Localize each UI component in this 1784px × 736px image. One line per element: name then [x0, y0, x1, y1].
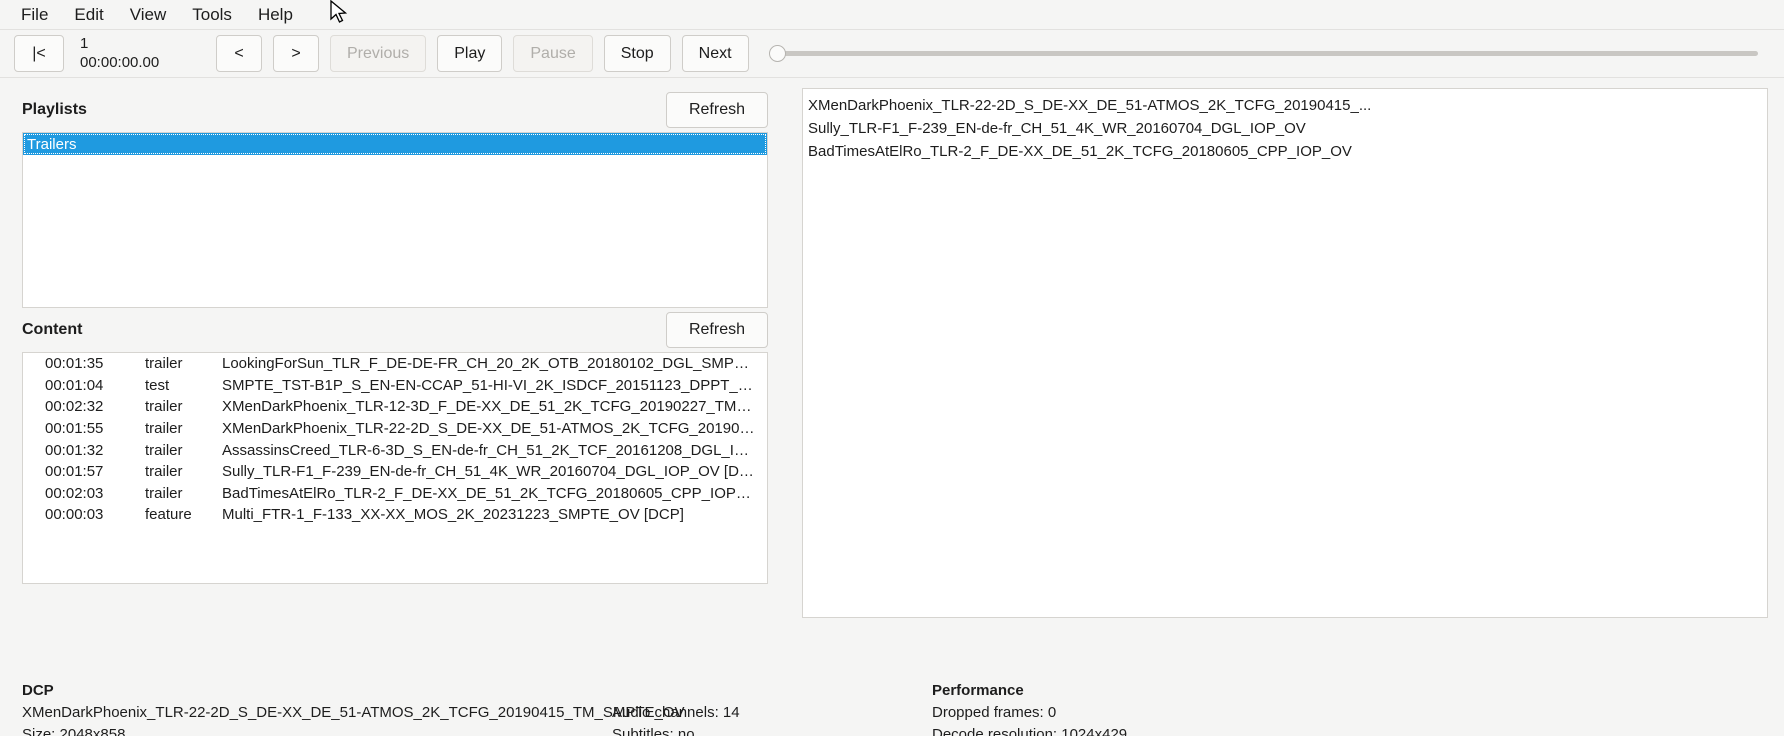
left-column: Playlists Refresh Trailers Content Refre… — [0, 78, 790, 670]
table-row[interactable]: 00:02:32 trailer XMenDarkPhoenix_TLR-12-… — [23, 396, 767, 418]
table-row[interactable]: 00:01:55 trailer XMenDarkPhoenix_TLR-22-… — [23, 418, 767, 440]
go-to-start-button[interactable]: |< — [14, 35, 64, 72]
decode-resolution: Decode resolution: 1024x429 — [932, 725, 1128, 736]
content-duration: 00:01:55 — [45, 420, 104, 438]
content-list[interactable]: 00:01:35 trailer LookingForSun_TLR_F_DE-… — [22, 352, 768, 584]
content-name: XMenDarkPhoenix_TLR-12-3D_F_DE-XX_DE_51_… — [222, 398, 767, 416]
playlists-refresh-button[interactable]: Refresh — [665, 92, 768, 128]
menu-item-file[interactable]: File — [8, 3, 61, 26]
playlist-content-name: XMenDarkPhoenix_TLR-22-2D_S_DE-XX_DE_51-… — [808, 97, 1372, 114]
list-item[interactable]: BadTimesAtElRo_TLR-2_F_DE-XX_DE_51_2K_TC… — [803, 140, 1767, 163]
content-name: Multi_FTR-1_F-133_XX-XX_MOS_2K_20231223_… — [222, 506, 684, 524]
content-kind: trailer — [145, 441, 183, 459]
table-row[interactable]: 00:01:32 trailer AssassinsCreed_TLR-6-3D… — [23, 439, 767, 461]
table-row[interactable]: 00:01:04 test SMPTE_TST-B1P_S_EN-EN-CCAP… — [23, 375, 767, 397]
subtitles-status: Subtitles: no — [612, 725, 695, 736]
content-name: AssassinsCreed_TLR-6-3D_S_EN-de-fr_CH_51… — [222, 441, 767, 459]
table-row[interactable]: 00:00:03 feature Multi_FTR-1_F-133_XX-XX… — [23, 504, 767, 526]
content-kind: test — [145, 376, 170, 394]
dcp-name: XMenDarkPhoenix_TLR-22-2D_S_DE-XX_DE_51-… — [22, 704, 685, 722]
playlist-content-name: Sully_TLR-F1_F-239_EN-de-fr_CH_51_4K_WR_… — [808, 120, 1306, 137]
content-duration: 00:01:57 — [45, 463, 104, 481]
content-kind: feature — [145, 506, 192, 524]
menu-bar: File Edit View Tools Help — [0, 0, 1784, 30]
playback-position-slider[interactable] — [768, 35, 1758, 72]
table-row[interactable]: 00:01:57 trailer Sully_TLR-F1_F-239_EN-d… — [23, 461, 767, 483]
list-item[interactable]: XMenDarkPhoenix_TLR-22-2D_S_DE-XX_DE_51-… — [803, 94, 1767, 117]
dcp-info-column: DCP XMenDarkPhoenix_TLR-22-2D_S_DE-XX_DE… — [22, 680, 685, 736]
table-row[interactable]: 00:01:35 trailer LookingForSun_TLR_F_DE-… — [23, 353, 767, 375]
content-kind: trailer — [145, 484, 183, 502]
content-header: Content Refresh — [22, 308, 768, 352]
content-duration: 00:02:03 — [45, 484, 104, 502]
playlists-title: Playlists — [22, 101, 87, 118]
audio-channels: Audio channels: 14 — [612, 704, 740, 722]
content-duration: 00:01:35 — [45, 355, 104, 373]
previous-button[interactable]: Previous — [330, 35, 427, 72]
audio-info-column: Audio channels: 14 Subtitles: no Length:… — [612, 680, 932, 736]
position-counter: 1 00:00:00.00 — [80, 35, 200, 73]
playlist-content-list[interactable]: XMenDarkPhoenix_TLR-22-2D_S_DE-XX_DE_51-… — [802, 88, 1768, 618]
content-refresh-button[interactable]: Refresh — [665, 312, 768, 348]
content-kind: trailer — [145, 463, 183, 481]
frame-number: 1 — [80, 34, 89, 52]
playlist-item-label: Trailers — [27, 135, 77, 153]
content-name: LookingForSun_TLR_F_DE-DE-FR_CH_20_2K_OT… — [222, 355, 767, 373]
menu-item-view[interactable]: View — [117, 3, 180, 26]
content-duration: 00:01:32 — [45, 441, 104, 459]
playback-toolbar: |< 1 00:00:00.00 < > Previous Play Pause… — [0, 30, 1784, 78]
timecode: 00:00:00.00 — [80, 53, 160, 71]
content-duration: 00:02:32 — [45, 398, 104, 416]
list-item[interactable]: Sully_TLR-F1_F-239_EN-de-fr_CH_51_4K_WR_… — [803, 117, 1767, 140]
playlist-item[interactable]: Trailers — [23, 133, 767, 155]
performance-info-column: Performance Dropped frames: 0 Decode res… — [932, 680, 1762, 736]
play-button[interactable]: Play — [437, 35, 503, 72]
main-content-area: Playlists Refresh Trailers Content Refre… — [0, 78, 1784, 670]
dcp-size: Size: 2048x858 — [22, 725, 126, 736]
content-title: Content — [22, 321, 83, 338]
status-bar: DCP XMenDarkPhoenix_TLR-22-2D_S_DE-XX_DE… — [0, 670, 1784, 736]
playlists-header: Playlists Refresh — [22, 88, 768, 132]
mouse-cursor-icon — [330, 0, 348, 23]
menu-item-help[interactable]: Help — [245, 3, 306, 26]
content-name: Sully_TLR-F1_F-239_EN-de-fr_CH_51_4K_WR_… — [222, 463, 764, 481]
dcp-section-title: DCP — [22, 682, 54, 699]
table-row[interactable]: 00:02:03 trailer BadTimesAtElRo_TLR-2_F_… — [23, 483, 767, 505]
step-back-button[interactable]: < — [216, 35, 262, 72]
playlist-content-name: BadTimesAtElRo_TLR-2_F_DE-XX_DE_51_2K_TC… — [808, 143, 1352, 160]
content-name: XMenDarkPhoenix_TLR-22-2D_S_DE-XX_DE_51-… — [222, 420, 767, 438]
content-kind: trailer — [145, 420, 183, 438]
content-kind: trailer — [145, 398, 183, 416]
transport-button-group: Previous Play Pause Stop Next — [330, 35, 749, 72]
stop-button[interactable]: Stop — [603, 35, 671, 72]
dropped-frames: Dropped frames: 0 — [932, 704, 1057, 722]
content-name: SMPTE_TST-B1P_S_EN-EN-CCAP_51-HI-VI_2K_I… — [222, 376, 767, 394]
slider-handle[interactable] — [768, 45, 786, 62]
content-duration: 00:00:03 — [45, 506, 104, 524]
playlists-list[interactable]: Trailers — [22, 132, 768, 308]
performance-section-title: Performance — [932, 682, 1024, 699]
content-name: BadTimesAtElRo_TLR-2_F_DE-XX_DE_51_2K_TC… — [222, 484, 767, 502]
slider-track[interactable] — [780, 51, 1758, 56]
menu-item-tools[interactable]: Tools — [179, 3, 245, 26]
menu-item-edit[interactable]: Edit — [61, 3, 116, 26]
step-forward-button[interactable]: > — [273, 35, 319, 72]
right-column: XMenDarkPhoenix_TLR-22-2D_S_DE-XX_DE_51-… — [790, 78, 1784, 670]
content-kind: trailer — [145, 355, 183, 373]
content-duration: 00:01:04 — [45, 376, 104, 394]
pause-button[interactable]: Pause — [513, 35, 593, 72]
next-button[interactable]: Next — [681, 35, 749, 72]
step-button-group: < > — [216, 35, 319, 72]
